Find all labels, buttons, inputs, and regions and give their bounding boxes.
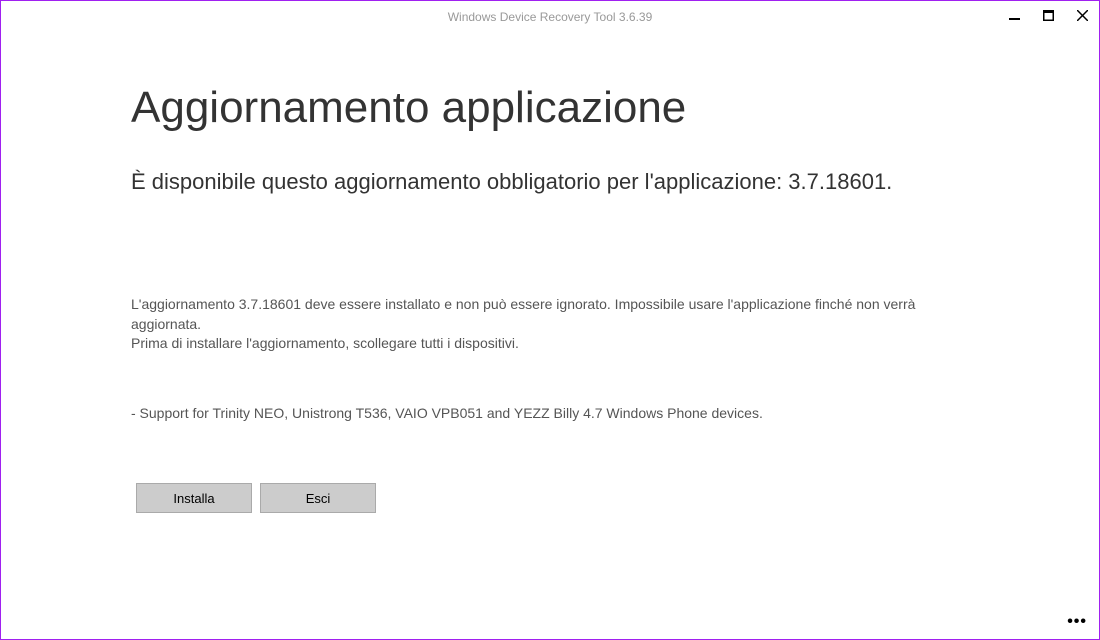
install-button[interactable]: Installa: [136, 483, 252, 513]
window-title: Windows Device Recovery Tool 3.6.39: [448, 10, 653, 24]
button-row: Installa Esci: [136, 483, 969, 513]
close-button[interactable]: [1065, 1, 1099, 29]
content-area: Aggiornamento applicazione È disponibile…: [1, 33, 1099, 513]
body-text-3: - Support for Trinity NEO, Unistrong T53…: [131, 404, 969, 424]
exit-button[interactable]: Esci: [260, 483, 376, 513]
minimize-button[interactable]: [997, 1, 1031, 29]
page-subtitle: È disponibile questo aggiornamento obbli…: [131, 169, 969, 195]
page-title: Aggiornamento applicazione: [131, 83, 969, 133]
body-text-2: Prima di installare l'aggiornamento, sco…: [131, 334, 969, 354]
maximize-button[interactable]: [1031, 1, 1065, 29]
close-icon: [1077, 10, 1088, 21]
window-controls: [997, 1, 1099, 33]
maximize-icon: [1043, 10, 1054, 21]
ellipsis-icon: •••: [1067, 613, 1087, 630]
body-text-1: L'aggiornamento 3.7.18601 deve essere in…: [131, 295, 969, 334]
titlebar: Windows Device Recovery Tool 3.6.39: [1, 1, 1099, 33]
minimize-icon: [1009, 10, 1020, 21]
more-button[interactable]: •••: [1067, 613, 1087, 631]
